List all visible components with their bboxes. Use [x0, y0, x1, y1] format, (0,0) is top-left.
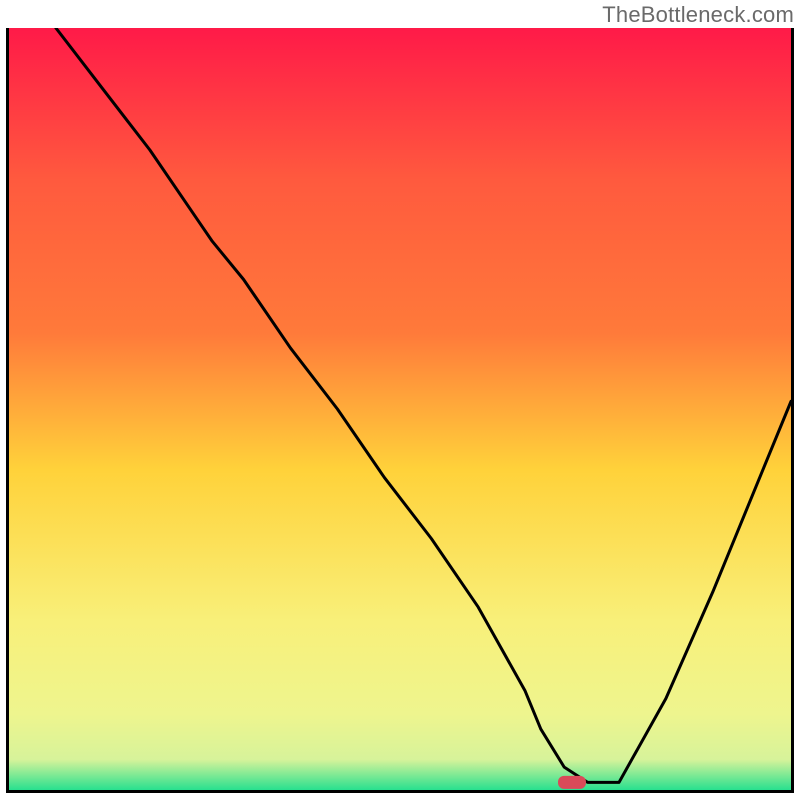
- chart-background-gradient: [9, 28, 791, 790]
- chart-svg: [9, 28, 791, 790]
- watermark-text: TheBottleneck.com: [602, 2, 794, 28]
- optimal-point-marker: [558, 776, 586, 789]
- chart-plot-area: [6, 28, 794, 793]
